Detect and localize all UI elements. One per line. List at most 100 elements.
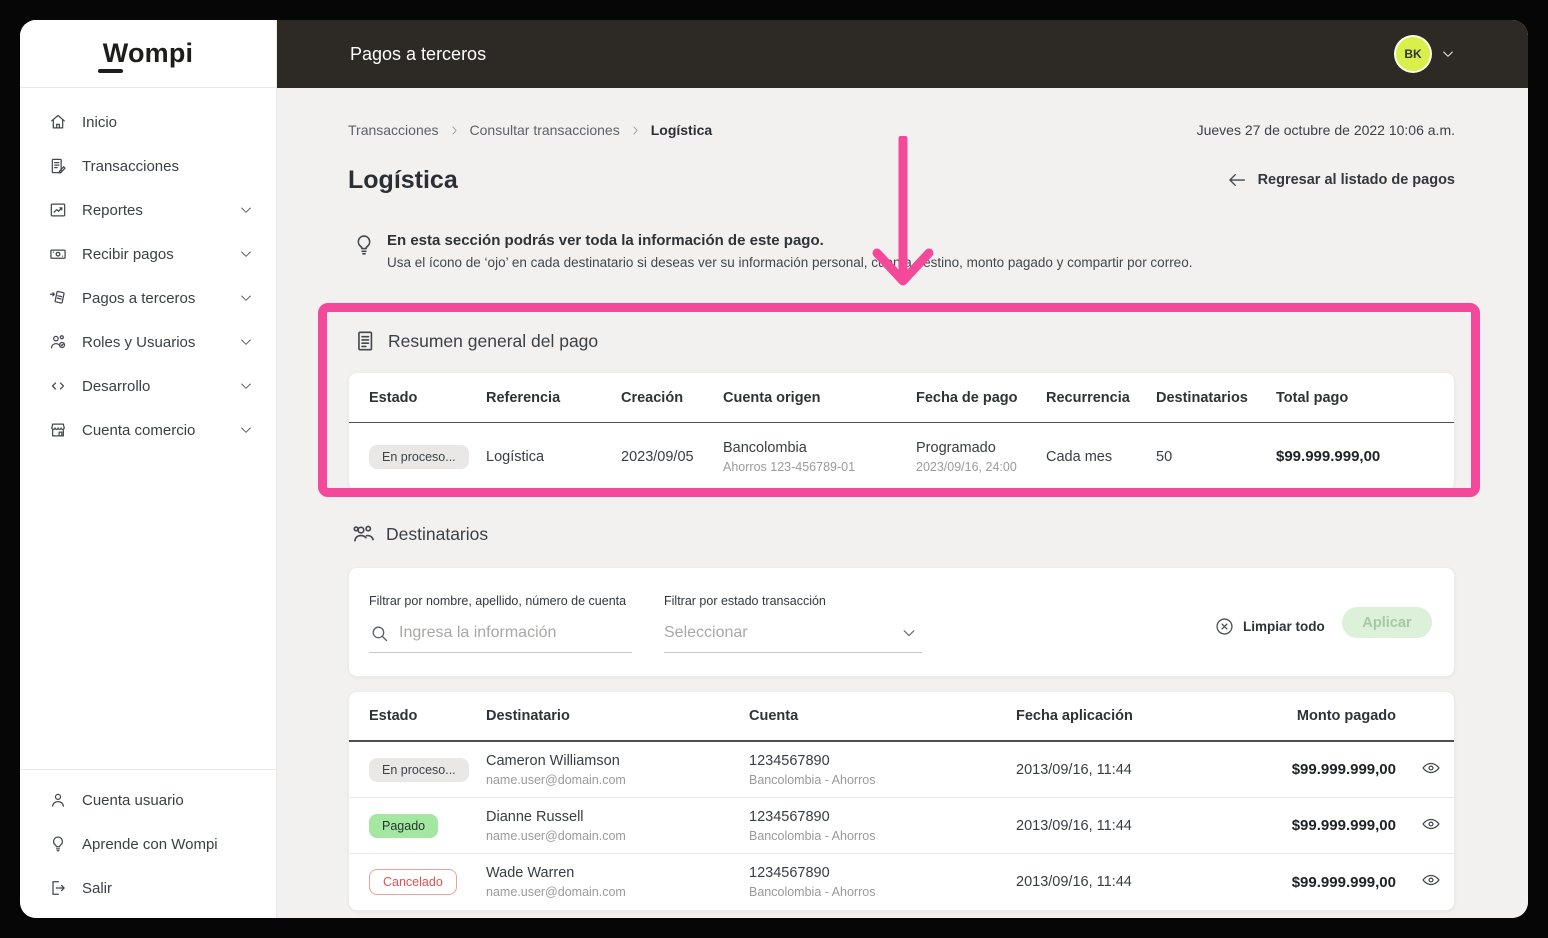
back-to-payments-link[interactable]: Regresar al listado de pagos xyxy=(1226,169,1455,191)
info-block: En esta sección podrás ver toda la infor… xyxy=(351,232,1192,270)
chevron-down-icon xyxy=(238,202,254,218)
view-recipient-button[interactable] xyxy=(1418,812,1444,838)
chevron-down-icon xyxy=(1440,46,1456,62)
summary-recurrence: Cada mes xyxy=(1046,448,1113,465)
column-header-recurrencia: Recurrencia xyxy=(1046,389,1130,406)
summary-section-heading: Resumen general del pago xyxy=(353,328,598,354)
recipient-amount: $99.999.999,00 xyxy=(1291,817,1396,834)
sidebar-menu: Inicio Transacciones Reportes Recibir pagos… xyxy=(20,88,276,452)
sidebar-item-label: Desarrollo xyxy=(82,377,151,395)
chevron-down-icon xyxy=(238,334,254,350)
recipient-date: 2013/09/16, 11:44 xyxy=(1016,817,1132,834)
logo-wrap: Wompi xyxy=(20,20,276,88)
view-recipient-button[interactable] xyxy=(1418,869,1444,895)
sidebar-item-inicio[interactable]: Inicio xyxy=(20,100,276,144)
column-header-estado: Estado xyxy=(369,708,418,724)
chevron-down-icon xyxy=(238,422,254,438)
summary-created: 2023/09/05 xyxy=(621,448,694,465)
chevron-down-icon xyxy=(238,290,254,306)
summary-origin-account: Ahorros 123-456789-01 xyxy=(723,459,856,474)
apply-filters-button[interactable]: Aplicar xyxy=(1342,607,1432,638)
column-header-fecha-de-pago: Fecha de pago xyxy=(916,389,1018,406)
sidebar-item-label: Cuenta usuario xyxy=(82,791,184,809)
recipients-table-header: Estado Destinatario Cuenta Fecha aplicación… xyxy=(349,692,1454,742)
name-filter-input[interactable] xyxy=(399,624,632,642)
store-icon xyxy=(48,420,68,440)
sidebar-item-recibir-pagos[interactable]: Recibir pagos xyxy=(20,232,276,276)
reports-icon xyxy=(48,200,68,220)
summary-pay-date: Programado xyxy=(916,439,996,456)
sidebar-item-transacciones[interactable]: Transacciones xyxy=(20,144,276,188)
sidebar-item-label: Cuenta comercio xyxy=(82,421,196,439)
breadcrumb-separator-icon xyxy=(448,124,461,137)
summary-pay-date-sub: 2023/09/16, 24:00 xyxy=(916,459,1017,474)
sidebar-item-cuenta-usuario[interactable]: Cuenta usuario xyxy=(20,778,276,822)
column-header-total-pago: Total pago xyxy=(1276,389,1349,406)
recipient-name: Wade Warren xyxy=(486,865,575,881)
recipient-email: name.user@domain.com xyxy=(486,828,626,843)
breadcrumb-item-logistica: Logística xyxy=(650,122,713,138)
wompi-logo: Wompi xyxy=(102,38,194,68)
status-badge: Pagado xyxy=(369,813,439,838)
recipient-account: 1234567890 xyxy=(749,865,830,881)
sidebar-item-pagos-a-terceros[interactable]: Pagos a terceros xyxy=(20,276,276,320)
sidebar-item-desarrollo[interactable]: Desarrollo xyxy=(20,364,276,408)
breadcrumb-separator-icon xyxy=(629,124,642,137)
search-icon xyxy=(369,623,390,644)
sidebar-item-label: Recibir pagos xyxy=(82,245,174,263)
user-icon xyxy=(48,790,68,810)
column-header-monto-pagado: Monto pagado xyxy=(1296,708,1396,724)
clear-filters-button[interactable]: Limpiar todo xyxy=(1214,616,1325,637)
filter-card: Filtrar por nombre, apellido, número de … xyxy=(348,567,1455,677)
sidebar-item-roles-y-usuarios[interactable]: Roles y Usuarios xyxy=(20,320,276,364)
transactions-icon xyxy=(48,156,68,176)
recipient-row-wade-warren: Cancelado Wade Warren name.user@domain.com… xyxy=(349,854,1454,910)
sidebar-item-salir[interactable]: Salir xyxy=(20,866,276,910)
main-content: Transacciones Consultar transacciones Logí… xyxy=(277,88,1528,918)
page-title: Logística xyxy=(348,165,458,194)
receive-payments-icon xyxy=(48,244,68,264)
avatar[interactable]: BK xyxy=(1394,35,1432,73)
lightbulb-icon xyxy=(48,834,68,854)
recipient-amount: $99.999.999,00 xyxy=(1291,873,1396,891)
summary-origin-bank: Bancolombia xyxy=(723,439,807,456)
recipients-table: Estado Destinatario Cuenta Fecha aplicación… xyxy=(348,691,1455,911)
clear-filters-label: Limpiar todo xyxy=(1243,619,1325,634)
status-filter-select[interactable]: Seleccionar xyxy=(664,614,922,653)
status-filter-placeholder: Seleccionar xyxy=(664,624,748,641)
back-arrow-icon xyxy=(1226,169,1248,191)
account-menu[interactable]: BK xyxy=(1394,35,1456,73)
recipient-bank: Bancolombia - Ahorros xyxy=(749,828,876,843)
info-subtitle: Usa el ícono de ‘ojo’ en cada destinatar… xyxy=(387,255,1193,270)
sidebar: Wompi Inicio Transacciones Reportes Recibir… xyxy=(20,20,277,918)
info-title: En esta sección podrás ver toda la infor… xyxy=(387,232,824,249)
sidebar-item-cuenta-comercio[interactable]: Cuenta comercio xyxy=(20,408,276,452)
sidebar-item-reportes[interactable]: Reportes xyxy=(20,188,276,232)
breadcrumb-item-consultar-transacciones[interactable]: Consultar transacciones xyxy=(470,122,620,138)
column-header-cuenta-origen: Cuenta origen xyxy=(723,389,821,406)
chevron-down-icon xyxy=(238,246,254,262)
sidebar-item-aprende-con-wompi[interactable]: Aprende con Wompi xyxy=(20,822,276,866)
column-header-creacion: Creación xyxy=(621,389,684,406)
sidebar-item-label: Inicio xyxy=(82,113,118,131)
summary-recipient-count: 50 xyxy=(1156,448,1173,465)
column-header-destinatario: Destinatario xyxy=(486,708,570,724)
sidebar-item-label: Aprende con Wompi xyxy=(82,835,218,853)
eye-icon xyxy=(1421,870,1441,890)
column-header-destinatarios: Destinatarios xyxy=(1156,389,1248,406)
view-recipient-button[interactable] xyxy=(1418,756,1444,782)
people-group-icon xyxy=(351,521,377,547)
sidebar-item-label: Reportes xyxy=(82,201,143,219)
breadcrumb-item-transacciones[interactable]: Transacciones xyxy=(348,122,439,138)
sidebar-item-label: Transacciones xyxy=(82,157,179,175)
recipients-title: Destinatarios xyxy=(386,523,489,544)
topbar-title: Pagos a terceros xyxy=(350,43,487,64)
logo-underline xyxy=(98,69,123,73)
recipient-account: 1234567890 xyxy=(749,808,830,825)
recipient-amount: $99.999.999,00 xyxy=(1291,761,1396,778)
summary-total: $99.999.999,00 xyxy=(1276,448,1381,465)
summary-table-row: En proceso... Logística 2023/09/05 Banco… xyxy=(349,423,1454,490)
name-filter-label: Filtrar por nombre, apellido, número de … xyxy=(369,594,627,608)
home-icon xyxy=(48,112,68,132)
chevron-down-icon xyxy=(900,624,918,642)
